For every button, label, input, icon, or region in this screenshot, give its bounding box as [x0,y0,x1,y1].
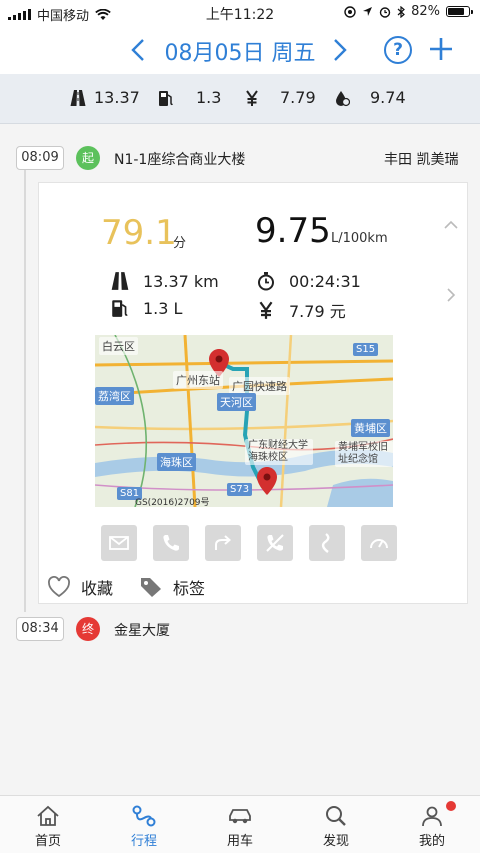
battery-percent: 82% [411,4,440,19]
drive-score: 79.1 [101,213,177,253]
sharp-turn-button[interactable] [309,525,345,561]
map-credit: GS(2016)2709号 [135,498,210,507]
winding-road-icon [321,533,330,553]
phone-icon [163,535,179,551]
envelope-icon [109,536,129,550]
status-bar: 中国移动 上午11:22 82% [0,0,480,26]
end-badge: 终 [76,617,100,641]
location-arrow-icon [363,7,373,16]
map-label-guangzhou-east: 广州东站 [173,371,223,389]
road-icon [111,272,129,290]
tag-button[interactable]: 标签 [139,575,205,599]
phone-off-icon [266,534,284,552]
tab-home[interactable]: 首页 [0,796,96,853]
stopwatch-icon [258,272,274,291]
tab-me[interactable]: 我的 [384,796,480,853]
heart-icon [48,576,70,598]
yuan-icon [259,301,273,319]
summary-consumption: 9.74 [334,88,406,107]
collapse-icon[interactable] [443,217,459,233]
alarm-icon [379,6,391,18]
favorite-button[interactable]: 收藏 [47,575,113,599]
add-button[interactable] [428,36,454,62]
route-icon [132,805,156,827]
card-distance: 13.37 km [111,271,219,291]
card-fuel: 1.3 L [111,298,182,318]
discover-icon [326,806,346,826]
share-arrow-icon [215,535,232,550]
next-day-button[interactable] [328,36,352,64]
end-time: 08:34 [16,617,64,641]
tab-bar: 首页 行程 用车 发现 我的 [0,795,480,853]
map-label-haizhu: 海珠区 [157,453,196,471]
summary-cost: 7.79 [244,88,316,107]
car-model: 丰田 凯美瑞 [384,152,459,168]
start-time: 08:09 [16,146,64,170]
map-label-s15: S15 [353,343,379,356]
route-map[interactable]: 白云区 广州东站 广园快速路 荔湾区 天河区 海珠区 黄埔区 广东财经大学海珠校… [95,335,393,507]
no-phone-button[interactable] [257,525,293,561]
fuel-pump-icon [112,300,128,317]
start-place[interactable]: N1-1座综合商业大楼 [114,149,245,169]
battery-icon [446,6,473,17]
map-label-liwan: 荔湾区 [95,387,134,405]
map-label-tianhe: 天河区 [217,393,256,411]
timeline-line [24,166,26,612]
location-lock-icon [344,5,356,18]
action-row [101,525,397,561]
fuel-rate: 9.75 [255,211,331,251]
card-cost: 7.79 元 [257,298,346,322]
summary-distance: 13.37 [70,88,140,107]
speedometer-icon [370,539,388,549]
card-duration: 00:24:31 [257,271,361,291]
fuel-pump-icon [159,90,173,106]
trip-card[interactable]: 79.1 分 9.75 L/100km 13.37 km 00:24:31 1.… [38,182,468,604]
road-icon [70,89,86,106]
car-icon [229,809,251,824]
notification-dot [446,801,456,811]
map-label-whampoa: 黄埔军校旧址纪念馆 [335,441,393,467]
end-place[interactable]: 金星大厦 [114,620,170,640]
message-button[interactable] [101,525,137,561]
profile-icon [422,806,442,827]
bluetooth-icon [397,5,406,18]
tag-icon [141,578,161,597]
help-button[interactable]: ? [384,36,412,64]
chevron-right-icon [334,39,347,61]
map-label-s73: S73 [227,483,253,496]
fuel-rate-icon [336,90,350,106]
share-button[interactable] [205,525,241,561]
tab-car[interactable]: 用车 [192,796,288,853]
call-button[interactable] [153,525,189,561]
tab-discover[interactable]: 发现 [288,796,384,853]
map-label-school: 广东财经大学海珠校区 [245,439,313,465]
map-label-baiyun: 白云区 [99,337,138,355]
date-nav-bar: 08月05日 周五 ? [0,26,480,74]
daily-summary-bar: 13.37 1.3 7.79 9.74 [0,74,480,124]
detail-chevron-icon[interactable] [443,287,459,303]
speed-button[interactable] [361,525,397,561]
map-label-huangpu: 黄埔区 [351,419,390,437]
start-badge: 起 [76,146,100,170]
fuel-rate-unit: L/100km [331,231,388,246]
summary-fuel: 1.3 [158,88,221,107]
home-icon [37,805,59,826]
yuan-icon [246,89,258,106]
drive-score-unit: 分 [173,236,187,251]
map-graphic [95,335,393,507]
tab-trips[interactable]: 行程 [96,796,192,853]
